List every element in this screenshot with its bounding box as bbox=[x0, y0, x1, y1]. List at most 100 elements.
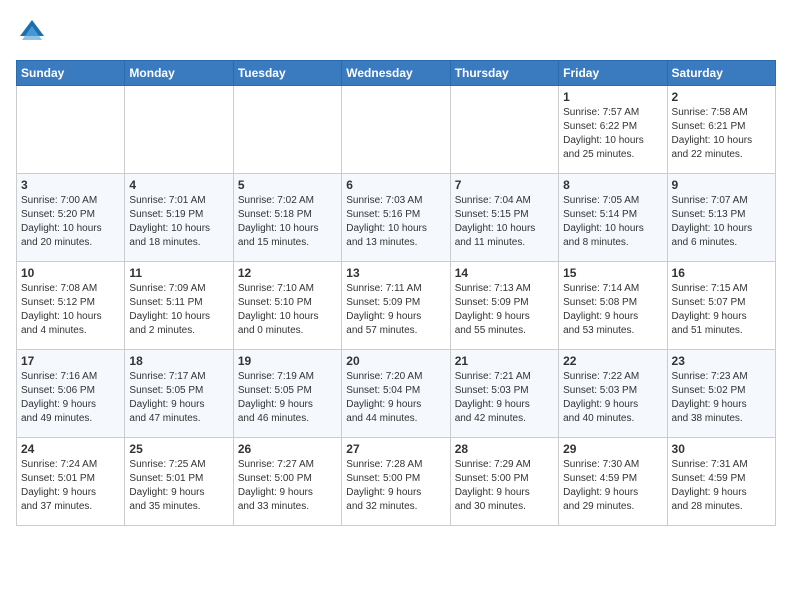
day-number: 3 bbox=[21, 178, 120, 192]
calendar-cell: 22 Sunrise: 7:22 AM Sunset: 5:03 PM Dayli… bbox=[559, 350, 667, 438]
day-info: Sunrise: 7:09 AM Sunset: 5:11 PM Dayligh… bbox=[129, 282, 228, 338]
calendar-cell: 5 Sunrise: 7:02 AM Sunset: 5:18 PM Daylig… bbox=[233, 174, 341, 262]
day-number: 4 bbox=[129, 178, 228, 192]
calendar-cell: 21 Sunrise: 7:21 AM Sunset: 5:03 PM Dayli… bbox=[450, 350, 558, 438]
calendar-header-thursday: Thursday bbox=[450, 61, 558, 86]
day-info: Sunrise: 7:05 AM Sunset: 5:14 PM Dayligh… bbox=[563, 194, 662, 250]
calendar-cell: 28 Sunrise: 7:29 AM Sunset: 5:00 PM Dayli… bbox=[450, 438, 558, 526]
calendar-cell: 15Sunrise: 7:14 AM Sunset: 5:08 PM Dayli… bbox=[559, 262, 667, 350]
day-info: Sunrise: 7:28 AM Sunset: 5:00 PM Dayligh… bbox=[346, 458, 445, 514]
day-number: 28 bbox=[455, 442, 554, 456]
calendar-week-row: 10 Sunrise: 7:08 AM Sunset: 5:12 PM Dayli… bbox=[17, 262, 776, 350]
day-info: Sunrise: 7:08 AM Sunset: 5:12 PM Dayligh… bbox=[21, 282, 120, 338]
calendar-cell bbox=[125, 86, 233, 174]
calendar-cell: 20Sunrise: 7:20 AM Sunset: 5:04 PM Dayli… bbox=[342, 350, 450, 438]
calendar-cell: 2Sunrise: 7:58 AM Sunset: 6:21 PM Daylig… bbox=[667, 86, 775, 174]
day-number: 22 bbox=[563, 354, 662, 368]
calendar-cell: 17 Sunrise: 7:16 AM Sunset: 5:06 PM Dayli… bbox=[17, 350, 125, 438]
day-number: 23 bbox=[672, 354, 771, 368]
day-number: 19 bbox=[238, 354, 337, 368]
day-number: 8 bbox=[563, 178, 662, 192]
day-info: Sunrise: 7:20 AM Sunset: 5:04 PM Dayligh… bbox=[346, 370, 445, 426]
calendar-header-monday: Monday bbox=[125, 61, 233, 86]
calendar-table: SundayMondayTuesdayWednesdayThursdayFrid… bbox=[16, 60, 776, 526]
day-info: Sunrise: 7:02 AM Sunset: 5:18 PM Dayligh… bbox=[238, 194, 337, 250]
day-info: Sunrise: 7:00 AM Sunset: 5:20 PM Dayligh… bbox=[21, 194, 120, 250]
page-header bbox=[16, 16, 776, 48]
day-number: 10 bbox=[21, 266, 120, 280]
logo bbox=[16, 16, 52, 48]
day-info: Sunrise: 7:19 AM Sunset: 5:05 PM Dayligh… bbox=[238, 370, 337, 426]
day-info: Sunrise: 7:30 AM Sunset: 4:59 PM Dayligh… bbox=[563, 458, 662, 514]
day-info: Sunrise: 7:07 AM Sunset: 5:13 PM Dayligh… bbox=[672, 194, 771, 250]
calendar-cell: 14 Sunrise: 7:13 AM Sunset: 5:09 PM Dayli… bbox=[450, 262, 558, 350]
day-number: 15 bbox=[563, 266, 662, 280]
day-info: Sunrise: 7:57 AM Sunset: 6:22 PM Dayligh… bbox=[563, 106, 662, 162]
day-number: 11 bbox=[129, 266, 228, 280]
day-number: 5 bbox=[238, 178, 337, 192]
calendar-cell: 7Sunrise: 7:04 AM Sunset: 5:15 PM Daylig… bbox=[450, 174, 558, 262]
day-number: 29 bbox=[563, 442, 662, 456]
logo-icon bbox=[16, 16, 48, 48]
calendar-cell: 8 Sunrise: 7:05 AM Sunset: 5:14 PM Daylig… bbox=[559, 174, 667, 262]
day-info: Sunrise: 7:29 AM Sunset: 5:00 PM Dayligh… bbox=[455, 458, 554, 514]
day-info: Sunrise: 7:11 AM Sunset: 5:09 PM Dayligh… bbox=[346, 282, 445, 338]
calendar-cell: 27Sunrise: 7:28 AM Sunset: 5:00 PM Dayli… bbox=[342, 438, 450, 526]
day-number: 2 bbox=[672, 90, 771, 104]
day-number: 25 bbox=[129, 442, 228, 456]
day-info: Sunrise: 7:15 AM Sunset: 5:07 PM Dayligh… bbox=[672, 282, 771, 338]
day-number: 9 bbox=[672, 178, 771, 192]
day-info: Sunrise: 7:17 AM Sunset: 5:05 PM Dayligh… bbox=[129, 370, 228, 426]
calendar-cell: 19 Sunrise: 7:19 AM Sunset: 5:05 PM Dayli… bbox=[233, 350, 341, 438]
day-number: 18 bbox=[129, 354, 228, 368]
calendar-header-saturday: Saturday bbox=[667, 61, 775, 86]
calendar-cell: 11 Sunrise: 7:09 AM Sunset: 5:11 PM Dayli… bbox=[125, 262, 233, 350]
day-info: Sunrise: 7:21 AM Sunset: 5:03 PM Dayligh… bbox=[455, 370, 554, 426]
day-number: 13 bbox=[346, 266, 445, 280]
calendar-week-row: 24 Sunrise: 7:24 AM Sunset: 5:01 PM Dayli… bbox=[17, 438, 776, 526]
day-info: Sunrise: 7:31 AM Sunset: 4:59 PM Dayligh… bbox=[672, 458, 771, 514]
day-number: 26 bbox=[238, 442, 337, 456]
calendar-header-row: SundayMondayTuesdayWednesdayThursdayFrid… bbox=[17, 61, 776, 86]
day-number: 24 bbox=[21, 442, 120, 456]
calendar-week-row: 3 Sunrise: 7:00 AM Sunset: 5:20 PM Daylig… bbox=[17, 174, 776, 262]
day-number: 6 bbox=[346, 178, 445, 192]
day-info: Sunrise: 7:01 AM Sunset: 5:19 PM Dayligh… bbox=[129, 194, 228, 250]
calendar-header-friday: Friday bbox=[559, 61, 667, 86]
day-number: 12 bbox=[238, 266, 337, 280]
day-number: 7 bbox=[455, 178, 554, 192]
calendar-cell: 30 Sunrise: 7:31 AM Sunset: 4:59 PM Dayli… bbox=[667, 438, 775, 526]
day-number: 16 bbox=[672, 266, 771, 280]
day-info: Sunrise: 7:22 AM Sunset: 5:03 PM Dayligh… bbox=[563, 370, 662, 426]
day-info: Sunrise: 7:03 AM Sunset: 5:16 PM Dayligh… bbox=[346, 194, 445, 250]
calendar-cell: 4 Sunrise: 7:01 AM Sunset: 5:19 PM Daylig… bbox=[125, 174, 233, 262]
day-number: 21 bbox=[455, 354, 554, 368]
calendar-cell bbox=[450, 86, 558, 174]
calendar-cell: 23 Sunrise: 7:23 AM Sunset: 5:02 PM Dayli… bbox=[667, 350, 775, 438]
day-info: Sunrise: 7:13 AM Sunset: 5:09 PM Dayligh… bbox=[455, 282, 554, 338]
calendar-cell bbox=[342, 86, 450, 174]
day-number: 17 bbox=[21, 354, 120, 368]
day-info: Sunrise: 7:24 AM Sunset: 5:01 PM Dayligh… bbox=[21, 458, 120, 514]
day-number: 14 bbox=[455, 266, 554, 280]
day-info: Sunrise: 7:25 AM Sunset: 5:01 PM Dayligh… bbox=[129, 458, 228, 514]
calendar-cell: 12Sunrise: 7:10 AM Sunset: 5:10 PM Dayli… bbox=[233, 262, 341, 350]
calendar-cell: 6 Sunrise: 7:03 AM Sunset: 5:16 PM Daylig… bbox=[342, 174, 450, 262]
calendar-week-row: 1 Sunrise: 7:57 AM Sunset: 6:22 PM Daylig… bbox=[17, 86, 776, 174]
calendar-cell: 26Sunrise: 7:27 AM Sunset: 5:00 PM Dayli… bbox=[233, 438, 341, 526]
calendar-cell: 13 Sunrise: 7:11 AM Sunset: 5:09 PM Dayli… bbox=[342, 262, 450, 350]
calendar-cell: 25 Sunrise: 7:25 AM Sunset: 5:01 PM Dayli… bbox=[125, 438, 233, 526]
calendar-cell: 29 Sunrise: 7:30 AM Sunset: 4:59 PM Dayli… bbox=[559, 438, 667, 526]
calendar-cell: 3 Sunrise: 7:00 AM Sunset: 5:20 PM Daylig… bbox=[17, 174, 125, 262]
calendar-header-tuesday: Tuesday bbox=[233, 61, 341, 86]
calendar-cell: 1 Sunrise: 7:57 AM Sunset: 6:22 PM Daylig… bbox=[559, 86, 667, 174]
calendar-cell: 24 Sunrise: 7:24 AM Sunset: 5:01 PM Dayli… bbox=[17, 438, 125, 526]
day-info: Sunrise: 7:16 AM Sunset: 5:06 PM Dayligh… bbox=[21, 370, 120, 426]
day-info: Sunrise: 7:23 AM Sunset: 5:02 PM Dayligh… bbox=[672, 370, 771, 426]
calendar-cell bbox=[233, 86, 341, 174]
calendar-cell bbox=[17, 86, 125, 174]
day-number: 1 bbox=[563, 90, 662, 104]
day-number: 30 bbox=[672, 442, 771, 456]
calendar-header-wednesday: Wednesday bbox=[342, 61, 450, 86]
calendar-cell: 9 Sunrise: 7:07 AM Sunset: 5:13 PM Daylig… bbox=[667, 174, 775, 262]
